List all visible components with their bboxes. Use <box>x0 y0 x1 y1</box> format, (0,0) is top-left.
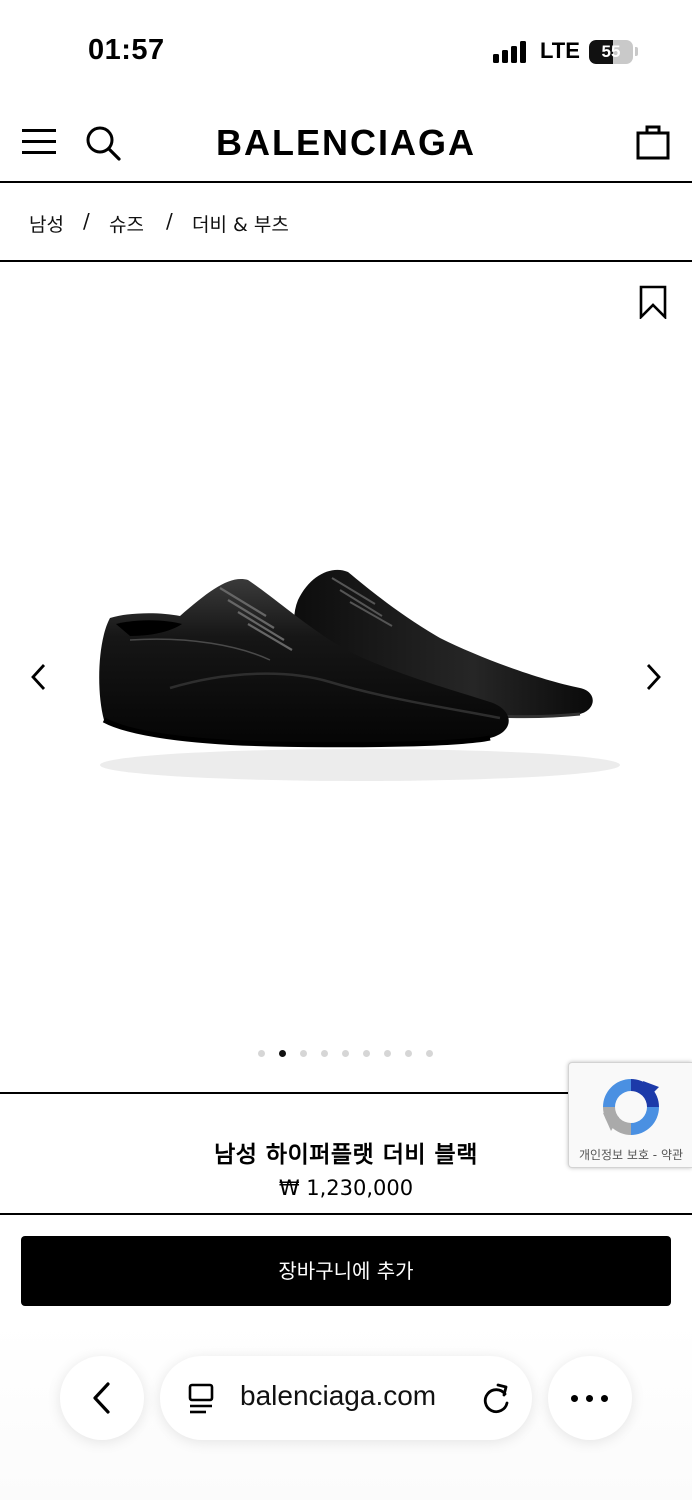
battery-tip <box>635 47 638 56</box>
chevron-left-icon[interactable] <box>26 660 52 694</box>
gallery-dot[interactable] <box>426 1050 433 1057</box>
brand-logo[interactable]: BALENCIAGA <box>0 122 692 164</box>
gallery-dot[interactable] <box>363 1050 370 1057</box>
battery-percentage: 55 <box>601 42 621 61</box>
recaptcha-badge[interactable]: 개인정보 보호 - 약관 <box>568 1062 692 1168</box>
status-time: 01:57 <box>88 34 165 66</box>
gallery-dot[interactable] <box>300 1050 307 1057</box>
recaptcha-terms-link[interactable]: 개인정보 보호 - 약관 <box>569 1146 692 1163</box>
tab-overview-icon[interactable] <box>186 1382 216 1414</box>
recaptcha-icon <box>603 1079 659 1135</box>
product-price: ₩ 1,230,000 <box>278 1176 414 1200</box>
gallery-dot[interactable] <box>405 1050 412 1057</box>
bookmark-icon[interactable] <box>638 285 668 319</box>
more-icon <box>571 1395 609 1402</box>
browser-toolbar: balenciaga.com <box>0 1320 692 1500</box>
breadcrumb-item-shoes[interactable]: 슈즈 <box>109 210 144 237</box>
network-type: LTE <box>540 38 580 63</box>
battery-icon: 55 <box>589 40 633 64</box>
breadcrumb-item-men[interactable]: 남성 <box>29 210 64 237</box>
gallery-dot[interactable] <box>384 1050 391 1057</box>
site-header: BALENCIAGA <box>0 100 692 183</box>
divider <box>0 1092 568 1094</box>
gallery-dot[interactable] <box>258 1050 265 1057</box>
cellular-signal-icon <box>493 41 529 63</box>
breadcrumb-item-derbies-boots[interactable]: 더비 & 부츠 <box>192 210 289 237</box>
gallery-dot-active[interactable] <box>279 1050 286 1057</box>
browser-back-button[interactable] <box>60 1356 144 1440</box>
product-image[interactable] <box>70 520 622 810</box>
reload-icon[interactable] <box>480 1381 512 1415</box>
url-text[interactable]: balenciaga.com <box>240 1380 436 1412</box>
back-icon <box>93 1382 110 1414</box>
browser-more-button[interactable] <box>548 1356 632 1440</box>
breadcrumb-separator: / <box>166 209 173 233</box>
shopping-bag-icon[interactable] <box>636 122 670 160</box>
add-to-cart-button[interactable]: 장바구니에 추가 <box>21 1236 671 1306</box>
divider <box>0 1213 692 1215</box>
gallery-dot[interactable] <box>321 1050 328 1057</box>
status-bar: 01:57 LTE 55 <box>0 0 692 100</box>
breadcrumb-separator: / <box>83 209 90 233</box>
address-bar[interactable]: balenciaga.com <box>160 1356 532 1440</box>
breadcrumb: 남성 / 슈즈 / 더비 & 부츠 <box>0 183 692 262</box>
gallery-dot[interactable] <box>342 1050 349 1057</box>
chevron-right-icon[interactable] <box>640 660 666 694</box>
gallery-pagination <box>0 1050 692 1058</box>
